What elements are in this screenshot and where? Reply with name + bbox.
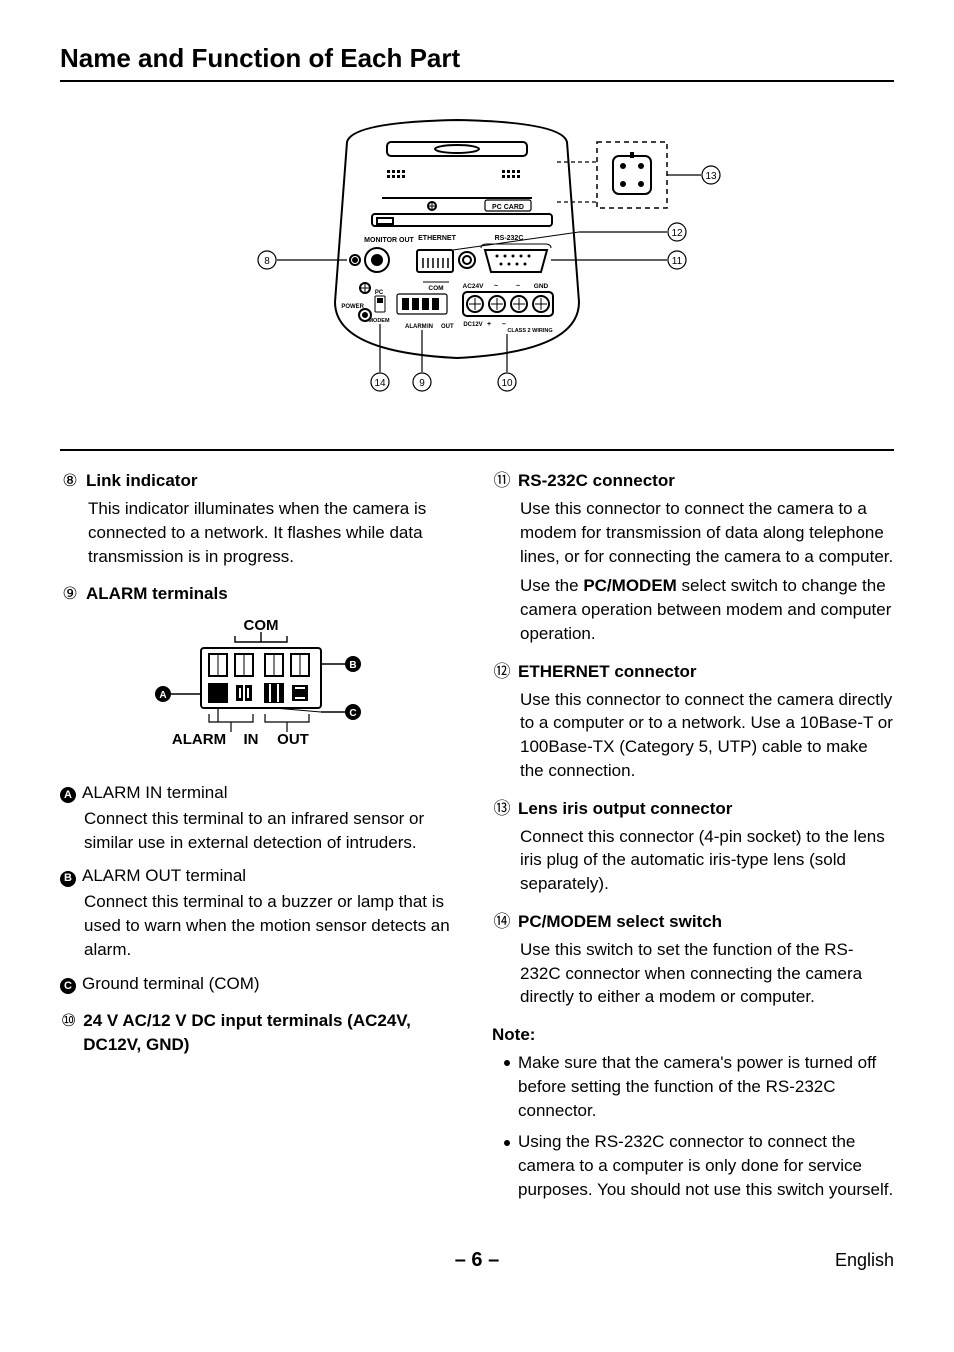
note-list: Make sure that the camera's power is tur… <box>504 1051 894 1202</box>
item-9-sub-b: B ALARM OUT terminal Connect this termin… <box>60 864 462 961</box>
item-12-number: ⑫ <box>492 660 512 684</box>
sub-b-icon: B <box>60 871 76 887</box>
body-rule <box>60 449 894 451</box>
page-footer: – 6 – English <box>60 1246 894 1274</box>
callout-14-icon: 14 <box>371 373 389 391</box>
svg-text:DC12V: DC12V <box>463 322 482 328</box>
item-14-body: Use this switch to set the function of t… <box>520 938 894 1009</box>
svg-text:PC: PC <box>375 290 384 296</box>
svg-text:~: ~ <box>516 283 520 290</box>
svg-text:ALARM: ALARM <box>172 731 226 748</box>
svg-text:GND: GND <box>534 283 549 290</box>
title-rule <box>60 80 894 82</box>
item-11: ⑪ RS-232C connector Use this connector t… <box>492 469 894 646</box>
content-columns: ⑧ Link indicator This indicator illumina… <box>60 469 894 1210</box>
callout-12-icon: 12 <box>668 223 686 241</box>
item-13: ⑬ Lens iris output connector Connect thi… <box>492 797 894 896</box>
sub-b-body: Connect this terminal to a buzzer or lam… <box>84 890 462 961</box>
item-9-number: ⑨ <box>60 582 80 606</box>
svg-text:9: 9 <box>419 378 425 389</box>
sub-c-title: Ground terminal (COM) <box>82 972 260 996</box>
svg-text:PC CARD: PC CARD <box>492 204 524 211</box>
item-12-title: ETHERNET connector <box>518 660 697 684</box>
item-14-number: ⑭ <box>492 910 512 934</box>
svg-text:ETHERNET: ETHERNET <box>418 235 456 242</box>
item-9-title: ALARM terminals <box>86 582 228 606</box>
callout-8-icon: 8 <box>258 251 276 269</box>
item-11-title: RS-232C connector <box>518 469 675 493</box>
note-title: Note: <box>492 1023 894 1047</box>
sub-b-title: ALARM OUT terminal <box>82 864 246 888</box>
item-14-title: PC/MODEM select switch <box>518 910 722 934</box>
item-10: ⑩ 24 V AC/12 V DC input terminals (AC24V… <box>60 1009 462 1057</box>
svg-text:POWER: POWER <box>341 304 364 310</box>
svg-text:11: 11 <box>672 256 683 267</box>
item-9-sub-c: C Ground terminal (COM) <box>60 972 462 996</box>
svg-text:AC24V: AC24V <box>463 283 485 290</box>
item-12-body: Use this connector to connect the camera… <box>520 688 894 783</box>
page-title: Name and Function of Each Part <box>60 40 894 76</box>
callout-11-icon: 11 <box>668 251 686 269</box>
svg-text:C: C <box>349 708 356 719</box>
item-9: ⑨ ALARM terminals COM <box>60 582 462 995</box>
item-8-title: Link indicator <box>86 469 197 493</box>
item-11-number: ⑪ <box>492 469 512 493</box>
svg-text:IN: IN <box>244 731 259 748</box>
svg-text:12: 12 <box>671 228 683 239</box>
item-12: ⑫ ETHERNET connector Use this connector … <box>492 660 894 783</box>
svg-text:+: + <box>487 321 491 328</box>
sub-c-icon: C <box>60 978 76 994</box>
svg-text:ALARM: ALARM <box>405 324 427 330</box>
svg-text:13: 13 <box>705 171 717 182</box>
item-11-body-2: Use the PC/MODEM select switch to change… <box>520 574 894 645</box>
item-11-body-1: Use this connector to connect the camera… <box>520 497 894 568</box>
svg-text:OUT: OUT <box>277 731 309 748</box>
right-column: ⑪ RS-232C connector Use this connector t… <box>492 469 894 1210</box>
svg-text:10: 10 <box>501 378 513 389</box>
svg-text:MONITOR OUT: MONITOR OUT <box>364 237 414 244</box>
item-13-body: Connect this connector (4-pin socket) to… <box>520 825 894 896</box>
item-10-number: ⑩ <box>60 1009 77 1033</box>
svg-text:14: 14 <box>374 378 386 389</box>
svg-text:–: – <box>502 321 506 328</box>
svg-text:OUT: OUT <box>441 324 454 330</box>
device-diagram: 13 PC CARD MONITOR OUT ETHERNET RS <box>60 102 894 429</box>
svg-text:B: B <box>349 660 356 671</box>
svg-text:MODEM: MODEM <box>368 318 390 324</box>
callout-13-icon: 13 <box>702 166 720 184</box>
item-9-sub-a: A ALARM IN terminal Connect this termina… <box>60 781 462 854</box>
item-13-number: ⑬ <box>492 797 512 821</box>
left-column: ⑧ Link indicator This indicator illumina… <box>60 469 462 1210</box>
sub-a-icon: A <box>60 787 76 803</box>
svg-text:COM: COM <box>428 285 443 292</box>
svg-text:COM: COM <box>244 617 279 634</box>
item-8-body: This indicator illuminates when the came… <box>88 497 462 568</box>
item-14: ⑭ PC/MODEM select switch Use this switch… <box>492 910 894 1009</box>
note-item-2: Using the RS-232C connector to connect t… <box>504 1130 894 1201</box>
item-8-number: ⑧ <box>60 469 80 493</box>
sub-a-title: ALARM IN terminal <box>82 781 227 805</box>
page-number: – 6 – <box>455 1246 499 1274</box>
svg-text:A: A <box>159 690 166 701</box>
page-language: English <box>794 1248 894 1273</box>
item-8: ⑧ Link indicator This indicator illumina… <box>60 469 462 568</box>
callout-10-icon: 10 <box>498 373 516 391</box>
svg-text:IN: IN <box>427 324 433 330</box>
sub-a-body: Connect this terminal to an infrared sen… <box>84 807 462 855</box>
svg-text:CLASS 2 WIRING: CLASS 2 WIRING <box>507 328 552 334</box>
svg-text:8: 8 <box>264 256 270 267</box>
item-13-title: Lens iris output connector <box>518 797 732 821</box>
svg-text:~: ~ <box>494 283 498 290</box>
note-item-1: Make sure that the camera's power is tur… <box>504 1051 894 1122</box>
callout-9-icon: 9 <box>413 373 431 391</box>
alarm-terminal-diagram: COM <box>60 614 462 771</box>
item-10-title: 24 V AC/12 V DC input terminals (AC24V, … <box>83 1009 462 1057</box>
